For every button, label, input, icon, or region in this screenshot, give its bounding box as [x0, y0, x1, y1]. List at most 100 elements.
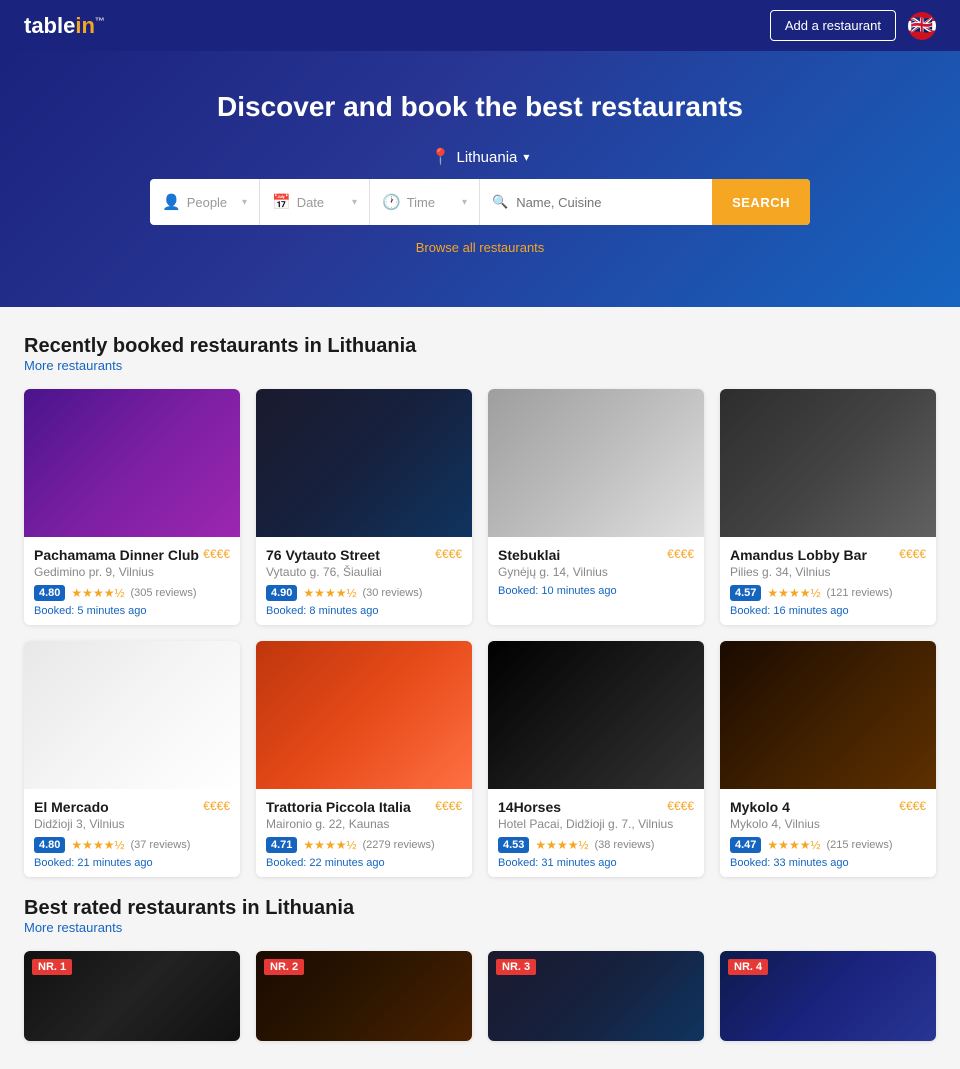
search-button[interactable]: SEARCH: [712, 179, 810, 225]
stars: ★★★★½: [767, 586, 820, 600]
restaurant-address: Pilies g. 34, Vilnius: [730, 565, 926, 579]
restaurant-address: Vytauto g. 76, Šiauliai: [266, 565, 462, 579]
recently-booked-more-link[interactable]: More restaurants: [24, 358, 936, 373]
reviews-count: (2279 reviews): [362, 839, 434, 851]
date-label: Date: [297, 195, 324, 210]
rating-badge: 4.90: [266, 585, 297, 601]
price-indicator: €€€€: [203, 547, 230, 561]
card-body: Stebuklai €€€€ Gynėjų g. 14, Vilnius Boo…: [488, 537, 704, 605]
reviews-count: (38 reviews): [594, 839, 654, 851]
stars: ★★★★½: [303, 586, 356, 600]
location-label: Lithuania: [457, 149, 518, 166]
reviews-count: (121 reviews): [826, 587, 892, 599]
time-segment[interactable]: 🕐 Time ▾: [370, 179, 480, 225]
booked-info: Booked: 21 minutes ago: [34, 857, 230, 869]
browse-all-link[interactable]: Browse all restaurants: [416, 240, 545, 255]
card-image: [24, 641, 240, 789]
restaurant-card[interactable]: Trattoria Piccola Italia €€€€ Maironio g…: [256, 641, 472, 877]
booked-info: Booked: 22 minutes ago: [266, 857, 462, 869]
best-rated-card[interactable]: NR. 1: [24, 951, 240, 1041]
logo-in: in: [75, 13, 95, 38]
card-image: NR. 1: [24, 951, 240, 1041]
card-meta: 4.57 ★★★★½ (121 reviews): [730, 585, 926, 601]
search-bar: 👤 People ▾ 📅 Date ▾ 🕐 Time ▾ 🔍 SEARCH: [150, 179, 810, 225]
people-segment[interactable]: 👤 People ▾: [150, 179, 260, 225]
location-selector[interactable]: 📍 Lithuania ▾: [431, 147, 530, 167]
restaurant-name: Stebuklai: [498, 547, 560, 563]
nav-right: Add a restaurant 🇬🇧: [770, 10, 936, 41]
restaurant-address: Gedimino pr. 9, Vilnius: [34, 565, 230, 579]
search-icon: 🔍: [492, 194, 508, 210]
people-chevron-icon: ▾: [242, 197, 247, 208]
booked-info: Booked: 5 minutes ago: [34, 605, 230, 617]
nr-badge: NR. 1: [32, 959, 72, 975]
card-title-row: Amandus Lobby Bar €€€€: [730, 547, 926, 563]
best-rated-title: Best rated restaurants in Lithuania: [24, 897, 936, 920]
best-rated-more-link[interactable]: More restaurants: [24, 920, 936, 935]
stars: ★★★★½: [71, 586, 124, 600]
card-title-row: Stebuklai €€€€: [498, 547, 694, 563]
best-rated-grid: NR. 1 NR. 2 NR. 3 NR. 4: [24, 951, 936, 1041]
card-body: Mykolo 4 €€€€ Mykolo 4, Vilnius 4.47 ★★★…: [720, 789, 936, 877]
restaurant-card[interactable]: Mykolo 4 €€€€ Mykolo 4, Vilnius 4.47 ★★★…: [720, 641, 936, 877]
card-image: [24, 389, 240, 537]
price-indicator: €€€€: [899, 547, 926, 561]
price-indicator: €€€€: [899, 799, 926, 813]
restaurant-card[interactable]: Amandus Lobby Bar €€€€ Pilies g. 34, Vil…: [720, 389, 936, 625]
clock-icon: 🕐: [382, 193, 401, 211]
card-title-row: Trattoria Piccola Italia €€€€: [266, 799, 462, 815]
rating-badge: 4.80: [34, 585, 65, 601]
restaurant-name: Trattoria Piccola Italia: [266, 799, 411, 815]
restaurant-address: Gynėjų g. 14, Vilnius: [498, 565, 694, 579]
restaurant-card[interactable]: Stebuklai €€€€ Gynėjų g. 14, Vilnius Boo…: [488, 389, 704, 625]
price-indicator: €€€€: [203, 799, 230, 813]
card-image: NR. 2: [256, 951, 472, 1041]
card-body: 76 Vytauto Street €€€€ Vytauto g. 76, Ši…: [256, 537, 472, 625]
name-cuisine-field[interactable]: 🔍: [480, 194, 712, 210]
hero-section: Discover and book the best restaurants 📍…: [0, 51, 960, 307]
card-image: NR. 4: [720, 951, 936, 1041]
restaurant-name: Pachamama Dinner Club: [34, 547, 199, 563]
restaurant-address: Mykolo 4, Vilnius: [730, 817, 926, 831]
add-restaurant-button[interactable]: Add a restaurant: [770, 10, 896, 41]
card-meta: 4.47 ★★★★½ (215 reviews): [730, 837, 926, 853]
card-meta: 4.80 ★★★★½ (37 reviews): [34, 837, 230, 853]
best-rated-card[interactable]: NR. 2: [256, 951, 472, 1041]
calendar-icon: 📅: [272, 193, 291, 211]
card-meta: 4.90 ★★★★½ (30 reviews): [266, 585, 462, 601]
restaurant-card[interactable]: 14Horses €€€€ Hotel Pacai, Didžioji g. 7…: [488, 641, 704, 877]
location-pin-icon: 📍: [431, 147, 451, 167]
language-flag[interactable]: 🇬🇧: [908, 12, 936, 40]
logo[interactable]: tablein™: [24, 13, 105, 39]
card-body: Pachamama Dinner Club €€€€ Gedimino pr. …: [24, 537, 240, 625]
chevron-down-icon: ▾: [523, 150, 529, 164]
card-title-row: Mykolo 4 €€€€: [730, 799, 926, 815]
best-rated-card[interactable]: NR. 3: [488, 951, 704, 1041]
restaurant-name: Amandus Lobby Bar: [730, 547, 867, 563]
reviews-count: (305 reviews): [130, 587, 196, 599]
top-navigation: tablein™ Add a restaurant 🇬🇧: [0, 0, 960, 51]
restaurant-card[interactable]: Pachamama Dinner Club €€€€ Gedimino pr. …: [24, 389, 240, 625]
restaurant-card[interactable]: 76 Vytauto Street €€€€ Vytauto g. 76, Ši…: [256, 389, 472, 625]
restaurant-name: 14Horses: [498, 799, 561, 815]
restaurant-card[interactable]: El Mercado €€€€ Didžioji 3, Vilnius 4.80…: [24, 641, 240, 877]
stars: ★★★★½: [71, 838, 124, 852]
date-segment[interactable]: 📅 Date ▾: [260, 179, 370, 225]
nr-badge: NR. 4: [728, 959, 768, 975]
logo-tm: ™: [95, 16, 105, 27]
rating-badge: 4.53: [498, 837, 529, 853]
name-cuisine-input[interactable]: [516, 195, 700, 210]
recently-booked-section: Recently booked restaurants in Lithuania…: [24, 335, 936, 373]
rating-badge: 4.47: [730, 837, 761, 853]
logo-table: table: [24, 13, 75, 38]
price-indicator: €€€€: [667, 547, 694, 561]
date-chevron-icon: ▾: [352, 197, 357, 208]
restaurant-name: Mykolo 4: [730, 799, 790, 815]
best-rated-card[interactable]: NR. 4: [720, 951, 936, 1041]
card-image: [720, 641, 936, 789]
card-meta: 4.80 ★★★★½ (305 reviews): [34, 585, 230, 601]
booked-info: Booked: 16 minutes ago: [730, 605, 926, 617]
reviews-count: (215 reviews): [826, 839, 892, 851]
price-indicator: €€€€: [435, 799, 462, 813]
card-body: Trattoria Piccola Italia €€€€ Maironio g…: [256, 789, 472, 877]
